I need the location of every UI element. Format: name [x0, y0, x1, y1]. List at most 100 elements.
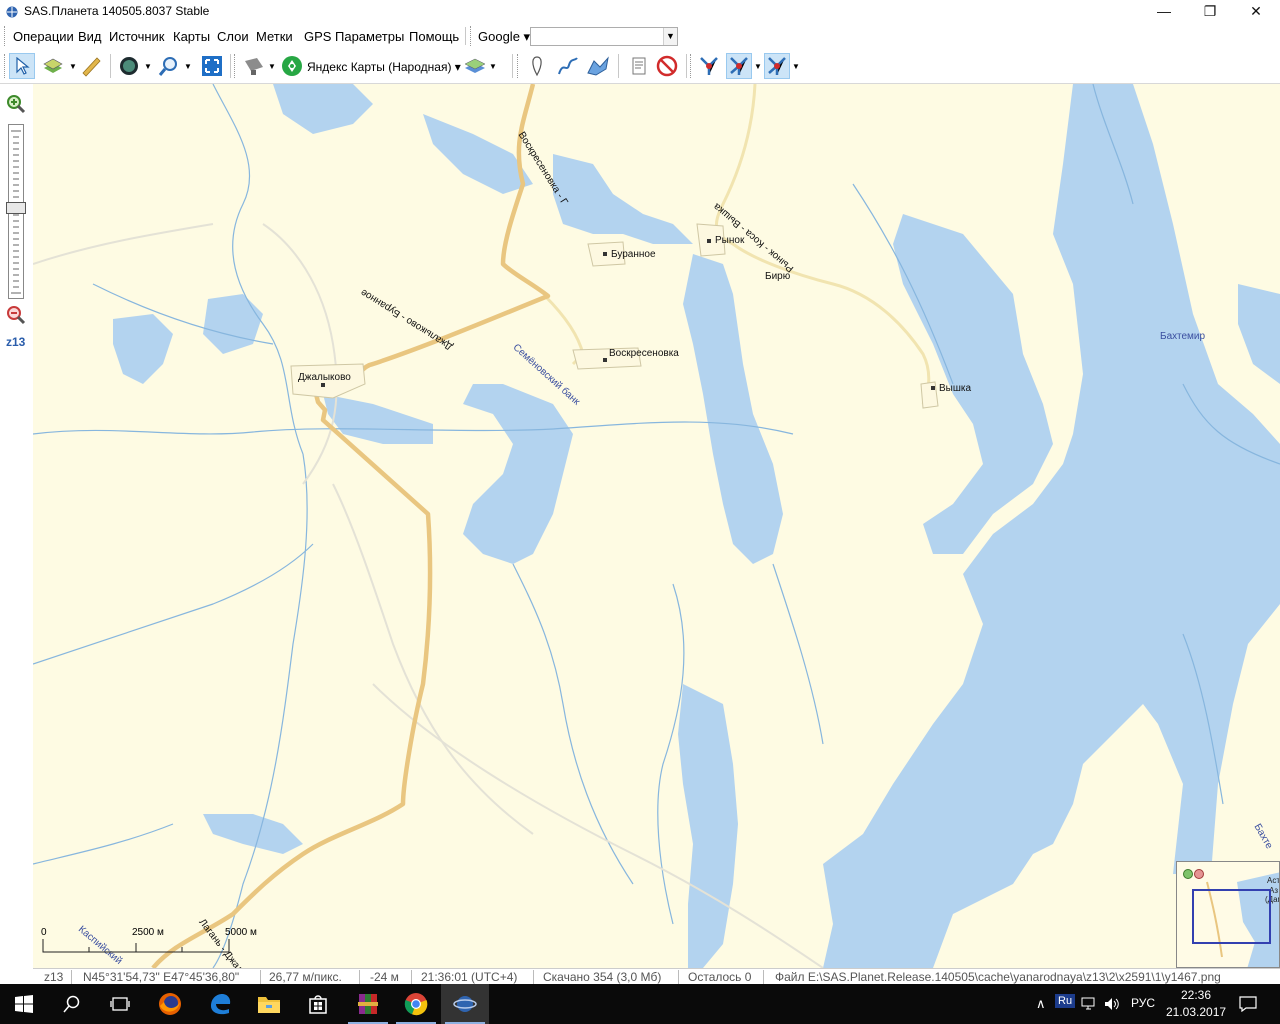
search-dropdown-button[interactable]: ▼	[663, 28, 677, 45]
main-toolbar: ▼ ▼ ▼ ▼ Яндекс Карты (Народная) ▾ ▼ ▼ ▼	[0, 48, 1280, 84]
globe-button[interactable]	[116, 53, 142, 79]
menu-maps[interactable]: Карты	[173, 29, 210, 44]
marks-list-icon	[632, 57, 646, 75]
toolbar-separator	[686, 54, 687, 78]
zoom-slider-thumb[interactable]	[6, 202, 26, 214]
mini-map[interactable]: Аст Аз (Дам	[1176, 861, 1280, 968]
winrar-taskbar-button[interactable]	[344, 984, 392, 1024]
menu-marks[interactable]: Метки	[256, 29, 293, 44]
store-taskbar-button[interactable]	[294, 984, 342, 1024]
map-source-dropdown[interactable]: Яндекс Карты (Народная) ▾	[307, 60, 461, 74]
network-icon[interactable]	[1081, 997, 1097, 1011]
menu-help[interactable]: Помощь	[409, 29, 459, 44]
search-input[interactable]: ▼	[530, 27, 678, 46]
clock-time[interactable]: 22:36	[1181, 988, 1211, 1002]
gps-follow-arrow[interactable]: ▼	[792, 62, 800, 71]
start-button[interactable]	[0, 984, 48, 1024]
layer-select-button[interactable]	[40, 53, 66, 79]
toolbar-separator	[618, 54, 619, 78]
winrar-icon	[358, 994, 378, 1014]
clock-date[interactable]: 21.03.2017	[1166, 1005, 1226, 1019]
firefox-taskbar-button[interactable]	[146, 984, 194, 1024]
menu-operations[interactable]: Операции	[13, 29, 74, 44]
menu-settings[interactable]: Параметры	[335, 29, 404, 44]
menu-layers[interactable]: Слои	[217, 29, 249, 44]
ruler-button[interactable]	[78, 53, 104, 79]
gps-center-button[interactable]	[726, 53, 752, 79]
maximize-button[interactable]: ❐	[1187, 0, 1233, 24]
gps-satellite-icon	[245, 58, 263, 75]
notification-center-icon[interactable]	[1239, 996, 1257, 1012]
status-bar: z13 N45°31'54,73" E47°45'36,80" 26,77 м/…	[33, 968, 1280, 984]
select-tool-button[interactable]	[9, 53, 35, 79]
zoom-tool-arrow[interactable]: ▼	[184, 62, 192, 71]
menu-view[interactable]: Вид	[78, 29, 102, 44]
place-label: Воскресеновка	[609, 348, 679, 359]
globe-arrow[interactable]: ▼	[144, 62, 152, 71]
marks-list-button[interactable]	[626, 53, 652, 79]
layer-select-arrow[interactable]: ▼	[69, 62, 77, 71]
hide-marks-button[interactable]	[654, 53, 680, 79]
keyboard-layout[interactable]: РУС	[1131, 996, 1155, 1010]
zoom-tool-button[interactable]	[156, 53, 182, 79]
task-view-button[interactable]	[96, 984, 144, 1024]
status-separator	[260, 970, 261, 984]
mini-map-viewport-frame[interactable]	[1192, 889, 1271, 944]
status-separator	[411, 970, 412, 984]
gps-center-icon	[730, 57, 748, 75]
select-arrow-icon	[16, 57, 30, 75]
gps-track-icon	[700, 57, 718, 75]
search-provider-dropdown[interactable]: Google ▾	[478, 29, 530, 45]
add-path-button[interactable]	[555, 53, 581, 79]
scale-bar: 0 2500 м 5000 м	[39, 927, 264, 959]
minimize-button[interactable]: —	[1141, 0, 1187, 24]
gps-center-arrow[interactable]: ▼	[754, 62, 762, 71]
map-view[interactable]: Джалыково Буранное Воскресеновка Рынок В…	[33, 84, 1280, 968]
yandex-map-icon	[282, 56, 302, 76]
menu-bar: Операции Вид Источник Карты Слои Метки G…	[0, 24, 1280, 48]
place-label: Джалыково	[298, 372, 351, 383]
layer-select-icon	[43, 58, 63, 73]
zoom-out-icon[interactable]	[6, 305, 26, 325]
status-zoom: z13	[44, 970, 64, 984]
place-label: Бахтемир	[1160, 331, 1206, 342]
edge-taskbar-button[interactable]	[196, 984, 244, 1024]
menu-source[interactable]: Источник	[109, 29, 165, 44]
sasplanet-taskbar-button[interactable]	[441, 984, 489, 1024]
ruler-icon	[82, 57, 101, 77]
status-coordinates: N45°31'54,73" E47°45'36,80"	[83, 970, 240, 984]
mini-map-label: Аст	[1267, 876, 1280, 885]
add-polygon-button[interactable]	[585, 53, 611, 79]
scale-mid: 2500 м	[132, 927, 164, 938]
globe-icon	[120, 57, 138, 75]
window-title: SAS.Планета 140505.8037 Stable	[24, 4, 210, 18]
gps-track-button[interactable]	[696, 53, 722, 79]
gps-follow-button[interactable]	[764, 53, 790, 79]
zoom-in-icon[interactable]	[6, 94, 26, 114]
layers-arrow[interactable]: ▼	[489, 62, 497, 71]
no-entry-icon	[656, 55, 678, 77]
close-button[interactable]: ✕	[1233, 0, 1279, 24]
menu-separator	[465, 27, 466, 45]
language-badge[interactable]: Ru	[1055, 994, 1076, 1008]
add-placemark-button[interactable]	[524, 53, 550, 79]
search-button[interactable]	[48, 984, 96, 1024]
map-canvas[interactable]	[33, 84, 1280, 968]
search-icon	[63, 995, 80, 1013]
chrome-taskbar-button[interactable]	[392, 984, 440, 1024]
status-resolution: 26,77 м/пикс.	[269, 970, 342, 984]
status-remaining: Осталось 0	[688, 970, 752, 984]
status-elevation: -24 м	[370, 970, 399, 984]
explorer-taskbar-button[interactable]	[245, 984, 293, 1024]
tray-expand-icon[interactable]: ∧	[1036, 996, 1046, 1012]
fullscreen-button[interactable]	[199, 53, 225, 79]
layers-button[interactable]	[462, 53, 488, 79]
mini-map-zoom-icons[interactable]	[1183, 868, 1207, 880]
gps-satellite-arrow[interactable]: ▼	[268, 62, 276, 71]
status-separator	[533, 970, 534, 984]
vyshka-marker	[931, 386, 935, 390]
volume-icon[interactable]	[1104, 997, 1120, 1011]
gps-satellite-button[interactable]	[241, 53, 267, 79]
menu-gps[interactable]: GPS	[304, 29, 331, 44]
map-source-button[interactable]	[279, 53, 305, 79]
